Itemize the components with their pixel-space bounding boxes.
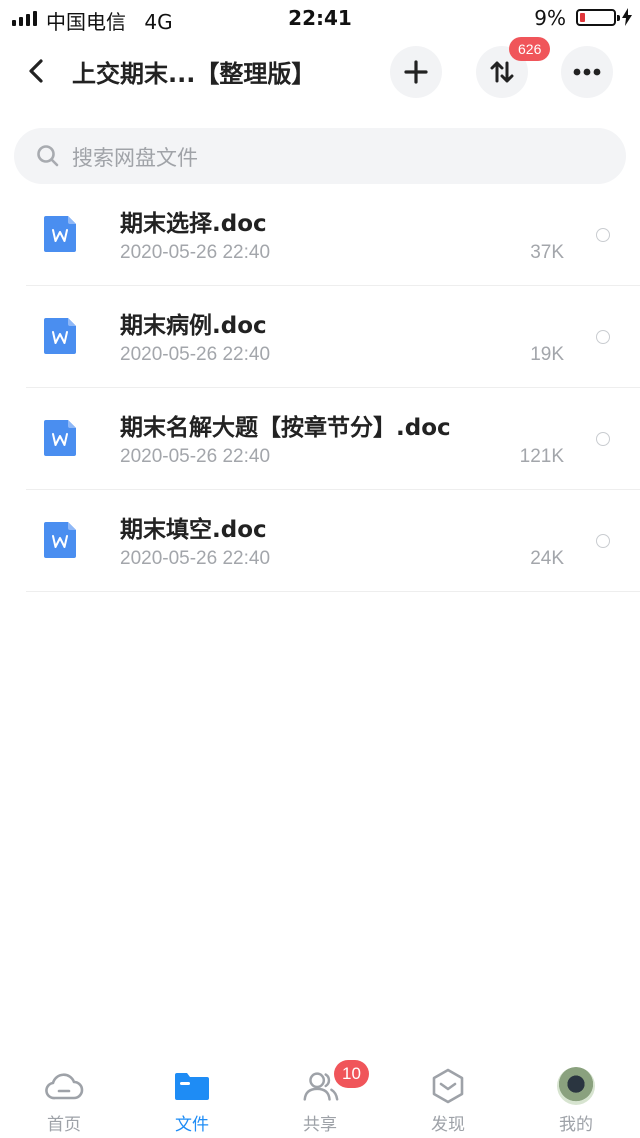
select-radio[interactable] (596, 228, 610, 242)
file-name: 期末名解大题【按章节分】.doc (120, 415, 451, 441)
tab-label: 首页 (47, 1115, 81, 1135)
word-doc-icon (44, 216, 76, 252)
tab-home[interactable]: 首页 (0, 1050, 128, 1138)
tab-files[interactable]: 文件 (128, 1050, 256, 1138)
file-date: 2020-05-26 22:40 (120, 548, 271, 569)
file-row[interactable]: 期末病例.doc 2020-05-26 22:40 19K (0, 286, 640, 388)
file-date: 2020-05-26 22:40 (120, 344, 271, 365)
tab-label: 共享 (303, 1115, 337, 1135)
word-doc-icon (44, 318, 76, 354)
file-size: 19K (530, 344, 564, 365)
page-title: 上交期末...【整理版】 (72, 60, 316, 88)
file-row[interactable]: 期末填空.doc 2020-05-26 22:40 24K (0, 490, 640, 592)
select-radio[interactable] (596, 330, 610, 344)
more-icon (573, 68, 601, 76)
file-size: 121K (519, 446, 564, 467)
battery-level (580, 13, 585, 22)
battery-percent: 9% (534, 6, 566, 30)
tab-label: 发现 (431, 1115, 465, 1135)
file-date: 2020-05-26 22:40 (120, 446, 271, 467)
avatar-container (556, 1066, 596, 1106)
more-button[interactable] (561, 46, 613, 98)
add-button[interactable] (390, 46, 442, 98)
file-row[interactable]: 期末选择.doc 2020-05-26 22:40 37K (0, 184, 640, 286)
file-date: 2020-05-26 22:40 (120, 242, 271, 263)
charging-icon (622, 8, 632, 26)
word-doc-icon (44, 420, 76, 456)
file-row[interactable]: 期末名解大题【按章节分】.doc 2020-05-26 22:40 121K (0, 388, 640, 490)
file-name: 期末填空.doc (120, 517, 267, 543)
file-size: 24K (530, 548, 564, 569)
share-count-badge: 10 (334, 1060, 369, 1088)
transfer-icon (490, 61, 514, 83)
folder-icon (172, 1066, 212, 1106)
nav-header: 上交期末...【整理版】 626 (0, 37, 640, 100)
tab-label: 文件 (175, 1115, 209, 1135)
plus-icon (404, 60, 428, 84)
back-icon[interactable] (22, 56, 52, 86)
file-name: 期末病例.doc (120, 313, 267, 339)
tab-discover[interactable]: 发现 (384, 1050, 512, 1138)
search-bar[interactable]: 搜索网盘文件 (14, 128, 626, 184)
cloud-icon (44, 1066, 84, 1106)
tab-share[interactable]: 10 共享 (256, 1050, 384, 1138)
transfer-count-badge: 626 (509, 37, 551, 61)
file-size: 37K (530, 242, 564, 263)
search-placeholder: 搜索网盘文件 (72, 146, 198, 170)
bottom-tab-bar: 首页 文件 10 共享 发现 我的 (0, 1050, 640, 1138)
tab-label: 我的 (559, 1115, 593, 1135)
file-name: 期末选择.doc (120, 211, 267, 237)
search-icon (37, 145, 59, 167)
file-list: 期末选择.doc 2020-05-26 22:40 37K 期末病例.doc 2… (0, 184, 640, 592)
select-radio[interactable] (596, 432, 610, 446)
battery-icon (576, 9, 620, 26)
status-bar: 中国电信 4G 22:41 9% (0, 0, 640, 36)
tab-me[interactable]: 我的 (512, 1050, 640, 1138)
word-doc-icon (44, 522, 76, 558)
discover-icon (428, 1066, 468, 1106)
select-radio[interactable] (596, 534, 610, 548)
avatar (557, 1067, 595, 1105)
